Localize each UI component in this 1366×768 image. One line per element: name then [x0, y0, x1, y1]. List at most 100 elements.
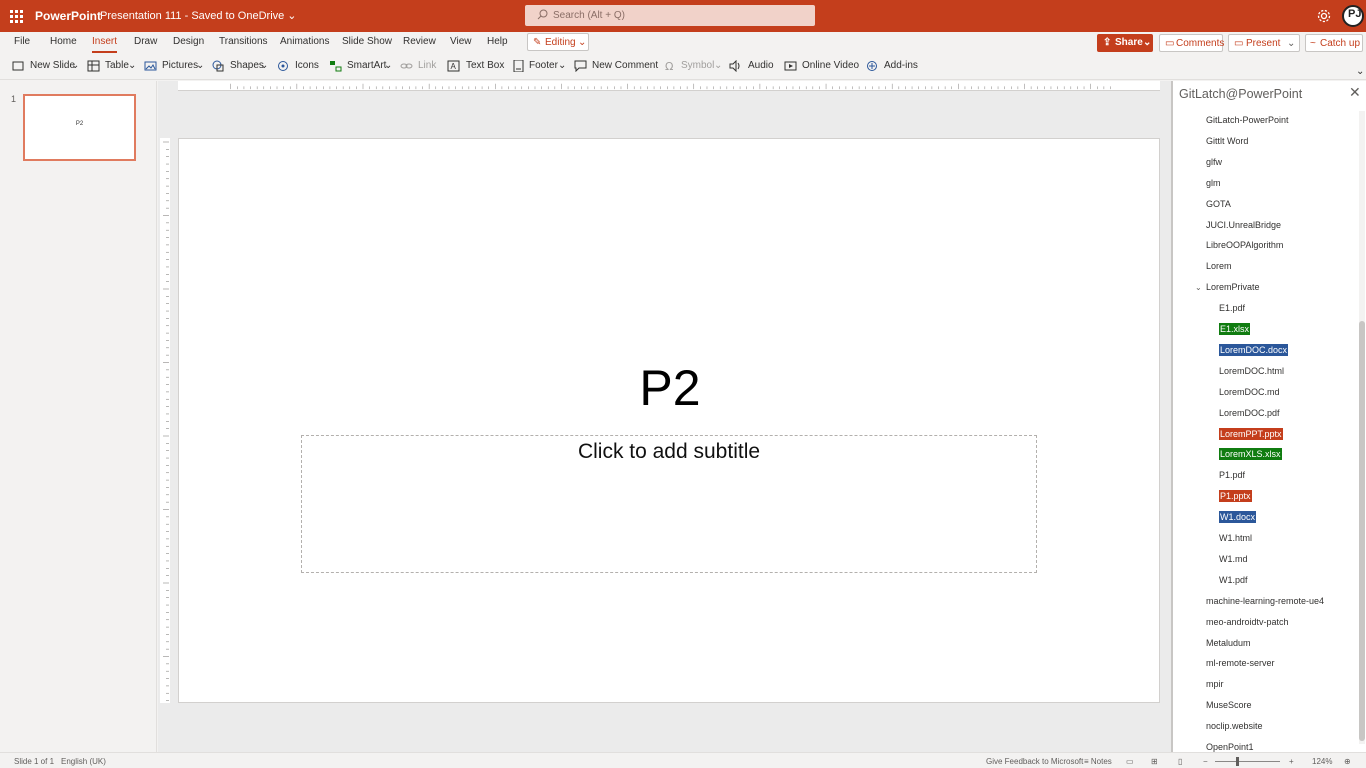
tab-animations[interactable]: Animations [280, 36, 329, 47]
app-name[interactable]: PowerPoint [35, 9, 101, 23]
subtitle-placeholder[interactable]: Click to add subtitle [301, 435, 1037, 573]
present-button[interactable]: ▭ Present ⌄ [1228, 34, 1300, 52]
comment-icon: ▭ [1165, 38, 1175, 49]
symbol-label: Symbol [681, 60, 715, 71]
share-icon: ⇪ [1103, 37, 1112, 48]
reading-view-icon[interactable]: ▯ [1178, 757, 1182, 766]
tree-folder[interactable]: LibreOOPAlgorithm [1206, 240, 1283, 250]
tree-file[interactable]: W1.pdf [1219, 575, 1248, 585]
feedback-link[interactable]: Give Feedback to Microsoft [986, 757, 1083, 766]
search-input[interactable]: Search (Alt + Q) [525, 5, 815, 26]
tree-file[interactable]: LoremDOC.md [1219, 387, 1280, 397]
tree-file[interactable]: LoremDOC.docx [1219, 343, 1289, 356]
smartart-icon [330, 61, 342, 72]
chevron-down-icon: ⌄ [1143, 37, 1152, 48]
tree-file[interactable]: LoremXLS.xlsx [1219, 448, 1282, 461]
tree-folder[interactable]: Gittlt Word [1206, 136, 1248, 146]
comments-button[interactable]: ▭ Comments [1159, 34, 1224, 52]
tree-folder[interactable]: mpir [1206, 679, 1224, 689]
task-pane-title: GitLatch@PowerPoint [1179, 87, 1303, 101]
tree-folder[interactable]: GitLatch-PowerPoint [1206, 115, 1289, 125]
chevron-down-icon: ⌄ [578, 37, 587, 48]
tab-file[interactable]: File [14, 36, 30, 47]
zoom-out-icon[interactable]: − [1203, 757, 1208, 766]
tree-item-label: LoremXLS.xlsx [1219, 448, 1282, 461]
tree-folder[interactable]: Metaludum [1206, 638, 1251, 648]
tree-file[interactable]: P1.pptx [1219, 490, 1252, 503]
present-icon: ▭ [1234, 38, 1244, 49]
slide-title[interactable]: P2 [179, 359, 1161, 417]
language-indicator[interactable]: English (UK) [61, 757, 106, 766]
tree-item-label: glm [1206, 177, 1221, 188]
tree-item-label: W1.html [1219, 533, 1253, 543]
tree-item-label: LoremPrivate [1206, 282, 1260, 293]
app-launcher-icon[interactable] [8, 8, 24, 24]
tree-file[interactable]: E1.pdf [1219, 303, 1245, 313]
gear-icon[interactable] [1316, 8, 1332, 24]
catch-up-button[interactable]: ~ Catch up [1305, 34, 1363, 52]
tree-folder[interactable]: meo-androidtv-patch [1206, 617, 1289, 627]
tree-folder[interactable]: Lorem [1206, 261, 1232, 271]
tree-folder[interactable]: JUCI.UnrealBridge [1206, 220, 1281, 230]
ribbon-expand-icon[interactable]: ⌄ [1356, 66, 1364, 77]
catch-up-label: Catch up [1320, 38, 1361, 49]
tree-folder[interactable]: MuseScore [1206, 700, 1252, 710]
zoom-slider-thumb[interactable] [1236, 757, 1239, 766]
tab-slide-show[interactable]: Slide Show [342, 36, 392, 47]
tab-transitions[interactable]: Transitions [219, 36, 268, 47]
tree-folder[interactable]: GOTA [1206, 199, 1231, 209]
pencil-icon: ✎ [533, 37, 542, 48]
tree-file[interactable]: W1.docx [1219, 511, 1257, 524]
tab-design[interactable]: Design [173, 36, 204, 47]
tree-file[interactable]: LoremDOC.html [1219, 366, 1284, 376]
chevron-down-icon: ⌄ [558, 60, 567, 71]
share-button[interactable]: ⇪ Share ⌄ [1097, 34, 1153, 52]
tab-help[interactable]: Help [487, 36, 508, 47]
tab-home[interactable]: Home [50, 36, 77, 47]
tree-file[interactable]: LoremDOC.pdf [1219, 408, 1280, 418]
zoom-in-icon[interactable]: + [1289, 757, 1294, 766]
link-label: Link [418, 60, 437, 71]
slide-canvas[interactable]: P2 Click to add subtitle [178, 138, 1160, 703]
tree-item-label: LibreOOPAlgorithm [1206, 240, 1284, 251]
tab-insert[interactable]: Insert [92, 36, 118, 53]
zoom-level[interactable]: 124% [1312, 757, 1332, 766]
tab-review[interactable]: Review [403, 36, 436, 47]
slide-sorter-icon[interactable]: ⊞ [1151, 757, 1158, 766]
tree-folder[interactable]: glm [1206, 178, 1221, 188]
tree-folder[interactable]: machine-learning-remote-ue4 [1206, 596, 1324, 606]
tree-folder[interactable]: glfw [1206, 157, 1222, 167]
tree-item-label: OpenPoint1 [1206, 742, 1254, 752]
tree-file[interactable]: W1.md [1219, 554, 1248, 564]
notes-button[interactable]: ≡ Notes [1084, 757, 1112, 766]
tab-draw[interactable]: Draw [134, 36, 157, 47]
tree-file[interactable]: LoremPPT.pptx [1219, 427, 1283, 440]
task-pane-scrollbar[interactable] [1359, 111, 1365, 744]
tree-folder[interactable]: ml-remote-server [1206, 658, 1275, 668]
slide-thumbnail[interactable]: P2 [23, 94, 136, 161]
picture-icon [144, 61, 157, 71]
zoom-slider[interactable] [1215, 761, 1280, 762]
tab-view[interactable]: View [450, 36, 472, 47]
close-icon[interactable]: ✕ [1349, 84, 1361, 101]
tree-item-label: P1.pdf [1219, 470, 1246, 481]
document-title[interactable]: Presentation 111 - Saved to OneDrive ⌄ [100, 9, 297, 22]
tree-folder[interactable]: LoremPrivate [1206, 282, 1260, 292]
normal-view-icon[interactable]: ▭ [1126, 757, 1134, 766]
shapes-icon [212, 60, 224, 72]
share-label: Share [1115, 37, 1143, 48]
notes-label: Notes [1090, 757, 1112, 766]
scrollbar-thumb[interactable] [1359, 321, 1365, 741]
chevron-down-icon: ⌄ [714, 60, 723, 71]
slide-thumbnail-title: P2 [75, 121, 84, 127]
tree-folder[interactable]: noclip.website [1206, 721, 1263, 731]
avatar[interactable]: PJ [1342, 5, 1364, 27]
editing-mode-button[interactable]: ✎ Editing ⌄ [527, 33, 589, 51]
chevron-down-icon[interactable]: ⌄ [1195, 283, 1202, 292]
tree-file[interactable]: P1.pdf [1219, 470, 1245, 480]
tree-file[interactable]: W1.html [1219, 533, 1252, 543]
tree-item-label: LoremDOC.html [1219, 365, 1285, 376]
tree-file[interactable]: E1.xlsx [1219, 323, 1251, 335]
fit-to-window-icon[interactable]: ⊕ [1344, 757, 1351, 766]
tree-folder[interactable]: OpenPoint1 [1206, 742, 1254, 752]
